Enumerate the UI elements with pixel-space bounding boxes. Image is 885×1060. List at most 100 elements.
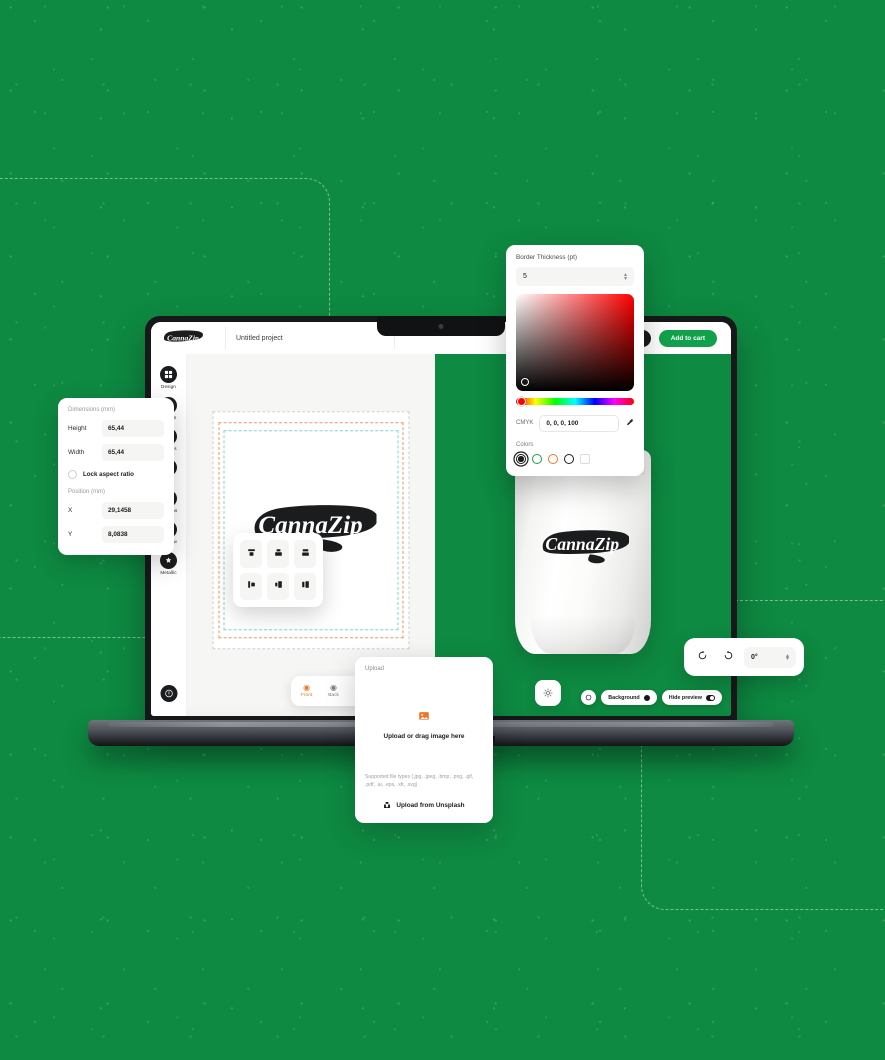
rotate-counterclockwise-icon: [697, 648, 708, 666]
hue-slider[interactable]: [516, 397, 634, 406]
color-swatch-list: [516, 454, 634, 464]
align-left-icon: [246, 577, 257, 595]
upload-caption: Upload: [365, 666, 385, 672]
preview-controls: Background Hide preview: [581, 690, 722, 705]
saturation-value-handle[interactable]: [521, 378, 529, 386]
height-row: Height 65,44: [68, 420, 164, 437]
align-middle-button[interactable]: [267, 540, 289, 568]
colors-caption: Colors: [516, 442, 534, 448]
pouch-gusset-shadow: [531, 614, 635, 654]
project-name-input[interactable]: Untitled project: [225, 327, 395, 349]
border-thickness-value: 5: [523, 273, 527, 280]
background-toggle-label: Background: [608, 694, 640, 701]
supported-file-types: Supported file types (.jpg, .jpeg, .bmp,…: [365, 774, 474, 788]
app-logo-icon[interactable]: CannaZip: [161, 329, 205, 347]
upload-from-unsplash-button[interactable]: Upload from Unsplash: [365, 797, 483, 813]
add-to-cart-button[interactable]: Add to cart: [658, 329, 717, 347]
position-x-input[interactable]: 29,1458: [102, 502, 164, 519]
view-tab-front[interactable]: ◉ Front: [301, 683, 313, 699]
lock-aspect-ratio-row[interactable]: Lock aspect ratio: [68, 470, 164, 479]
width-input[interactable]: 65,44: [102, 444, 164, 461]
sidebar-item-metallic[interactable]: Metallic: [152, 552, 186, 575]
align-middle-icon: [273, 545, 284, 563]
saturation-value-field[interactable]: [516, 294, 634, 391]
back-view-icon: ◉: [330, 683, 338, 692]
border-thickness-stepper[interactable]: ▾ ▾: [623, 271, 627, 282]
upload-panel: Upload Upload or drag image here Support…: [355, 657, 493, 823]
settings-icon[interactable]: [535, 680, 561, 706]
align-center-button[interactable]: [267, 572, 289, 600]
position-x-row: X 29,1458: [68, 502, 164, 519]
lock-aspect-ratio-label: Lock aspect ratio: [83, 471, 134, 478]
upload-from-unsplash-label: Upload from Unsplash: [396, 801, 465, 809]
position-y-label: Y: [68, 531, 73, 538]
svg-text:CannaZip: CannaZip: [545, 534, 619, 554]
sidebar-label-design: Design: [161, 384, 176, 389]
hide-preview-switch: [706, 694, 715, 701]
align-right-icon: [300, 577, 311, 595]
color-swatch-dark[interactable]: [564, 454, 574, 464]
hide-preview-toggle-label: Hide preview: [668, 694, 702, 701]
align-center-icon: [273, 577, 284, 595]
upload-dropzone[interactable]: Upload or drag image here: [365, 678, 483, 771]
chevron-up-icon: ▾: [785, 652, 789, 658]
rotation-angle-value: 0°: [751, 653, 758, 661]
position-y-input[interactable]: 8,0838: [102, 526, 164, 543]
align-top-icon: [246, 545, 257, 563]
cmyk-input[interactable]: 0, 0, 0, 100: [539, 414, 619, 432]
artboard[interactable]: CannaZip: [212, 411, 410, 650]
width-row: Width 65,44: [68, 444, 164, 461]
border-thickness-input[interactable]: 5 ▾ ▾: [516, 267, 634, 286]
color-swatch-orange[interactable]: [548, 454, 558, 464]
color-swatch-black[interactable]: [516, 454, 526, 464]
dimensions-panel: Dimensions (mm) Height 65,44 Width 65,44…: [58, 398, 174, 555]
width-label: Width: [68, 449, 85, 456]
unsplash-icon: [383, 796, 391, 814]
lock-aspect-ratio-checkbox[interactable]: [68, 470, 77, 479]
color-swatch-white[interactable]: [580, 454, 590, 464]
view-tab-label-front: Front: [301, 693, 313, 698]
align-right-button[interactable]: [294, 572, 316, 600]
align-bottom-icon: [300, 545, 311, 563]
sidebar-item-design[interactable]: Design: [152, 366, 186, 389]
eyedropper-icon[interactable]: [625, 414, 634, 432]
view-tab-label-back: Back: [328, 693, 339, 698]
rotation-toolbar: 0° ▾ ▾: [684, 638, 804, 676]
sidebar-label-metallic: Metallic: [160, 570, 177, 575]
background-toggle[interactable]: Background: [601, 690, 657, 705]
chevron-up-icon: ▾: [623, 271, 627, 278]
image-placeholder-icon: [418, 709, 430, 727]
color-swatch-green[interactable]: [532, 454, 542, 464]
rotate-counterclockwise-button[interactable]: [692, 647, 713, 668]
upload-dropzone-label: Upload or drag image here: [383, 732, 465, 740]
cmyk-row: CMYK 0, 0, 0, 100: [516, 414, 634, 432]
front-view-icon: ◉: [303, 683, 311, 692]
align-top-button[interactable]: [240, 540, 262, 568]
align-left-button[interactable]: [240, 572, 262, 600]
height-label: Height: [68, 425, 87, 432]
rotate-clockwise-icon: [723, 648, 734, 666]
product-pouch[interactable]: CannaZip: [515, 450, 651, 654]
hide-preview-toggle[interactable]: Hide preview: [661, 690, 722, 705]
pouch-logo: CannaZip: [537, 528, 630, 568]
help-icon[interactable]: [160, 685, 177, 702]
laptop-camera-icon: [438, 324, 444, 329]
rotation-angle-input[interactable]: 0° ▾ ▾: [744, 646, 796, 668]
align-bottom-button[interactable]: [294, 540, 316, 568]
height-input[interactable]: 65,44: [102, 420, 164, 437]
rotation-stepper[interactable]: ▾ ▾: [785, 652, 789, 662]
svg-text:CannaZip: CannaZip: [167, 333, 199, 342]
dimensions-caption: Dimensions (mm): [68, 407, 116, 413]
view-tab-back[interactable]: ◉ Back: [328, 683, 339, 699]
cmyk-label: CMYK: [516, 420, 534, 426]
border-thickness-label: Border Thickness (pt): [516, 254, 577, 261]
color-picker-panel: Border Thickness (pt) 5 ▾ ▾ CMYK 0, 0, 0…: [506, 245, 644, 476]
reset-view-icon[interactable]: [581, 690, 597, 705]
rotate-clockwise-button[interactable]: [718, 647, 739, 668]
design-icon: [160, 366, 177, 383]
position-caption: Position (mm): [68, 489, 106, 495]
position-y-row: Y 8,0838: [68, 526, 164, 543]
hue-slider-handle[interactable]: [517, 397, 526, 406]
background-toggle-dot: [643, 694, 650, 701]
position-x-label: X: [68, 507, 73, 514]
